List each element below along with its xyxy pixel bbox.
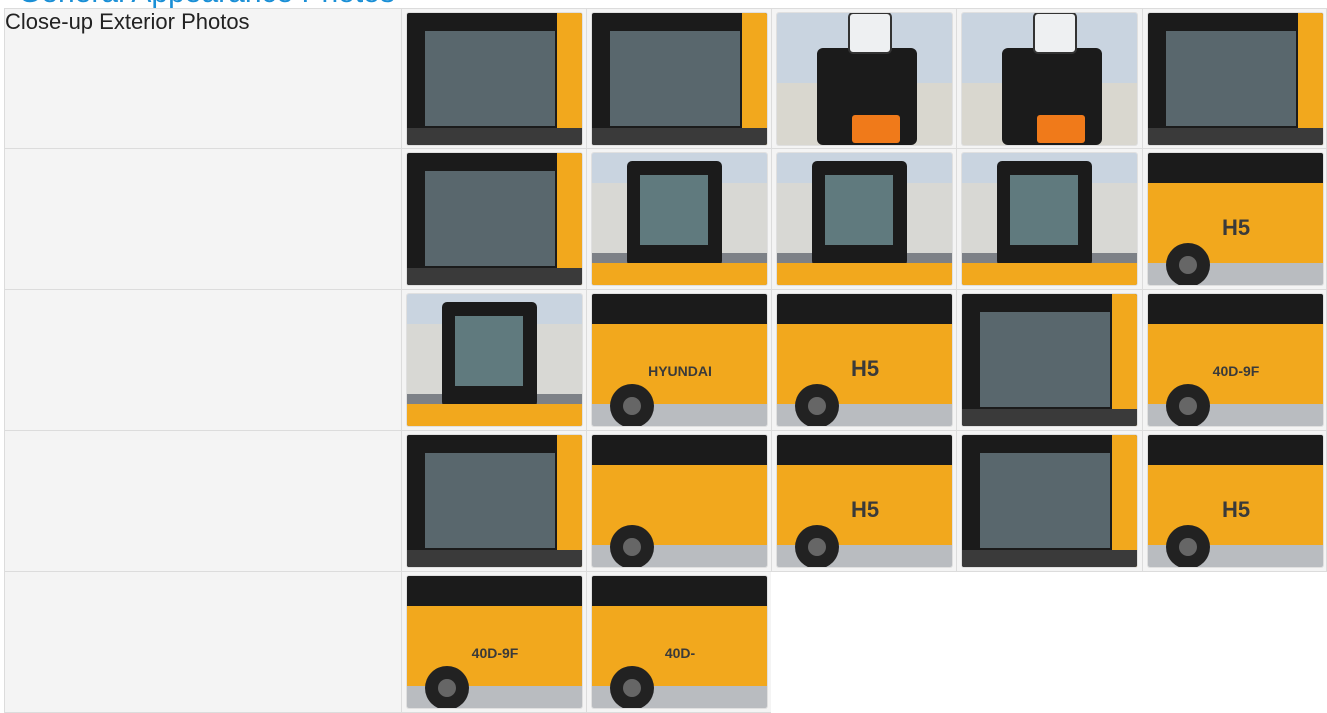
photo-cell bbox=[585, 8, 772, 149]
photo-thumbnail[interactable]: H5 bbox=[1147, 435, 1323, 567]
photo-cell: H5 bbox=[1141, 149, 1327, 290]
svg-text:40D-9F: 40D-9F bbox=[1212, 363, 1259, 379]
photo-cell: 40D-9F bbox=[400, 572, 586, 713]
photo-thumbnail[interactable]: H5 bbox=[777, 435, 953, 567]
photo-thumbnail[interactable] bbox=[1147, 13, 1323, 145]
photo-cell bbox=[585, 149, 772, 290]
photo-cell bbox=[400, 8, 586, 149]
photo-cell bbox=[956, 431, 1142, 572]
svg-text:H5: H5 bbox=[1222, 497, 1250, 522]
svg-text:H5: H5 bbox=[851, 497, 879, 522]
photo-thumbnail[interactable]: H5 bbox=[1147, 153, 1323, 285]
photo-cell: HYUNDAI bbox=[585, 290, 772, 431]
gallery-row: 40D-9F 40D- bbox=[4, 572, 1327, 713]
photo-cell bbox=[400, 149, 586, 290]
photo-cell bbox=[956, 290, 1142, 431]
svg-text:H5: H5 bbox=[851, 356, 879, 381]
gallery-row: Close-up Exterior Photos bbox=[4, 8, 1327, 149]
svg-text:H5: H5 bbox=[1222, 215, 1250, 240]
photo-cell: 40D- bbox=[585, 572, 772, 713]
photo-cell bbox=[400, 290, 586, 431]
photo-thumbnail[interactable] bbox=[591, 435, 767, 567]
photo-cell bbox=[956, 149, 1142, 290]
gallery-row: H5 bbox=[4, 149, 1327, 290]
section-title: General Appearance Photos bbox=[18, 0, 395, 8]
photo-thumbnail[interactable]: 40D-9F bbox=[406, 576, 582, 708]
photo-cell: H5 bbox=[771, 431, 957, 572]
photo-thumbnail[interactable] bbox=[962, 153, 1138, 285]
photo-thumbnail[interactable] bbox=[591, 153, 767, 285]
photo-cell bbox=[585, 431, 772, 572]
photo-thumbnail[interactable] bbox=[962, 435, 1138, 567]
photo-thumbnail[interactable] bbox=[777, 153, 953, 285]
photo-thumbnail[interactable]: H5 bbox=[777, 294, 953, 426]
photo-thumbnail[interactable] bbox=[962, 13, 1138, 145]
empty-cell bbox=[956, 572, 1142, 713]
photo-thumbnail[interactable]: HYUNDAI bbox=[591, 294, 767, 426]
svg-text:40D-9F: 40D-9F bbox=[471, 645, 518, 661]
photo-cell: 40D-9F bbox=[1141, 290, 1327, 431]
gallery-row: H5 H5 bbox=[4, 431, 1327, 572]
row-label: Close-up Exterior Photos bbox=[4, 8, 401, 149]
svg-text:HYUNDAI: HYUNDAI bbox=[648, 363, 712, 379]
photo-thumbnail[interactable] bbox=[406, 294, 582, 426]
photo-thumbnail[interactable] bbox=[406, 435, 582, 567]
photo-thumbnail[interactable]: 40D-9F bbox=[1147, 294, 1323, 426]
row-label bbox=[4, 572, 401, 713]
photo-cell bbox=[771, 149, 957, 290]
photo-cell: H5 bbox=[1141, 431, 1327, 572]
empty-cell bbox=[771, 572, 957, 713]
photo-cell bbox=[1141, 8, 1327, 149]
row-label bbox=[4, 290, 401, 431]
photo-cell bbox=[771, 8, 957, 149]
empty-cell bbox=[1141, 572, 1327, 713]
row-label bbox=[4, 431, 401, 572]
photo-thumbnail[interactable] bbox=[962, 294, 1138, 426]
photo-gallery-table: Close-up Exterior Photos H5 HYUNDAI H5 4… bbox=[4, 8, 1327, 713]
svg-text:40D-: 40D- bbox=[665, 645, 696, 661]
row-label bbox=[4, 149, 401, 290]
photo-cell bbox=[956, 8, 1142, 149]
photo-cell bbox=[400, 431, 586, 572]
photo-thumbnail[interactable] bbox=[591, 13, 767, 145]
photo-thumbnail[interactable] bbox=[777, 13, 953, 145]
photo-thumbnail[interactable] bbox=[406, 153, 582, 285]
photo-cell: H5 bbox=[771, 290, 957, 431]
gallery-row: HYUNDAI H5 40D-9F bbox=[4, 290, 1327, 431]
photo-thumbnail[interactable] bbox=[406, 13, 582, 145]
photo-thumbnail[interactable]: 40D- bbox=[591, 576, 767, 708]
